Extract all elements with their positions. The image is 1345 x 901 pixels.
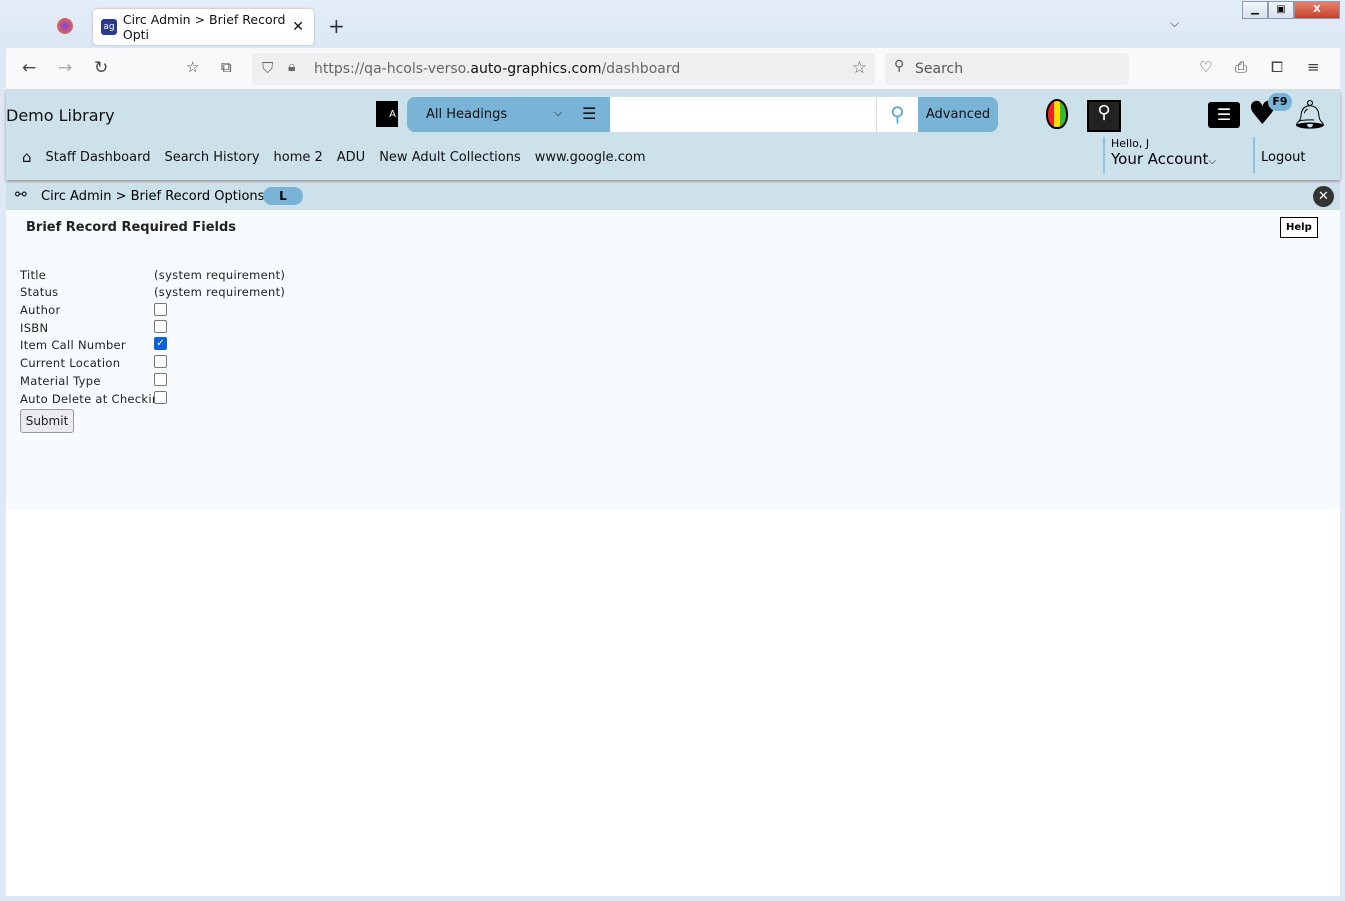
- site-favicon-icon: ag: [101, 19, 117, 35]
- bookmark-page-icon[interactable]: ☆: [186, 58, 199, 76]
- tab-list-chevron-icon[interactable]: ⌵: [1170, 16, 1179, 31]
- search-input[interactable]: [610, 97, 876, 132]
- isbn-checkbox[interactable]: [154, 320, 167, 333]
- library-name: Demo Library: [6, 106, 115, 125]
- auto-delete-checkbox[interactable]: [154, 391, 167, 404]
- star-icon[interactable]: ☆: [852, 58, 867, 78]
- account-label: Your Account: [1111, 150, 1209, 168]
- close-tab-icon[interactable]: ✕: [292, 19, 304, 35]
- back-icon[interactable]: ←: [22, 58, 36, 78]
- menu-icon[interactable]: ≡: [1307, 58, 1320, 76]
- restore-icon[interactable]: ▣: [1268, 1, 1294, 19]
- window-close-icon[interactable]: X: [1294, 1, 1340, 19]
- favorites-badge: F9: [1268, 93, 1292, 111]
- breadcrumb-pill[interactable]: L: [263, 187, 303, 205]
- breadcrumb: ⚯ Circ Admin > Brief Record Options L ✕: [6, 184, 1340, 210]
- browser-tab-bar: ag Circ Admin > Brief Record Opti ✕ + ⌵ ▁ ▣…: [0, 0, 1345, 48]
- language-icon[interactable]: A: [376, 101, 398, 127]
- form-title: Brief Record Required Fields: [26, 220, 237, 235]
- account-menu[interactable]: Hello, J Your Account⌵: [1103, 137, 1216, 173]
- field-label-author: Author: [20, 303, 61, 317]
- field-label-isbn: ISBN: [20, 321, 49, 335]
- search-icon: ⚲: [894, 58, 905, 74]
- browser-search[interactable]: ⚲ Search: [885, 53, 1129, 85]
- field-label-current-location: Current Location: [20, 356, 121, 370]
- help-button[interactable]: Help: [1280, 217, 1318, 238]
- main-menu: ⌂ Staff Dashboard Search History home 2 …: [22, 148, 646, 166]
- close-panel-icon[interactable]: ✕: [1313, 186, 1334, 207]
- menu-adu[interactable]: ADU: [337, 150, 365, 166]
- page-body: [6, 510, 1340, 896]
- field-label-material-type: Material Type: [20, 374, 101, 388]
- field-value-title: (system requirement): [154, 268, 286, 282]
- field-value-status: (system requirement): [154, 285, 286, 299]
- browser-tab[interactable]: ag Circ Admin > Brief Record Opti ✕: [93, 9, 314, 45]
- menu-staff-dashboard[interactable]: Staff Dashboard: [46, 150, 151, 166]
- extensions-icon[interactable]: ⧠: [1271, 58, 1283, 76]
- menu-search-history[interactable]: Search History: [164, 150, 259, 166]
- submit-button[interactable]: Submit: [20, 409, 74, 433]
- logout-link[interactable]: Logout: [1253, 137, 1306, 173]
- app-header: Demo Library A All Headings ⌵ ☰ ⚲ Advanced…: [6, 90, 1340, 180]
- chevron-down-icon: ⌵: [1208, 156, 1216, 167]
- content-panel: Brief Record Required Fields Help Title …: [6, 210, 1340, 510]
- menu-google[interactable]: www.google.com: [535, 150, 646, 166]
- field-label-item-call-number: Item Call Number: [20, 338, 126, 352]
- menu-home-2[interactable]: home 2: [274, 150, 323, 166]
- material-type-checkbox[interactable]: [154, 373, 167, 386]
- field-label-title: Title: [20, 268, 47, 282]
- reload-icon[interactable]: ↻: [94, 58, 108, 78]
- field-label-auto-delete: Auto Delete at Checkin: [20, 392, 160, 406]
- greeting: Hello, J: [1111, 137, 1150, 150]
- advanced-search-button[interactable]: Advanced: [918, 97, 998, 132]
- url-prefix: https://qa-hcols-verso.: [314, 61, 471, 77]
- hot-air-balloon-icon[interactable]: [1046, 99, 1068, 129]
- chevron-down-icon: ⌵: [554, 106, 563, 119]
- lock-icon[interactable]: 🔒︎: [288, 59, 295, 75]
- browser-nav-bar: ← → ↻ ☆ ⧉ ⛉ 🔒︎ https://qa-hcols-verso.au…: [6, 48, 1340, 90]
- share-icon[interactable]: ⧉: [221, 58, 232, 76]
- database-icon[interactable]: ☰: [582, 104, 596, 123]
- list-icon[interactable]: ☰: [1208, 102, 1240, 128]
- breadcrumb-text[interactable]: Circ Admin > Brief Record Options: [41, 189, 264, 204]
- pocket-icon[interactable]: ♡: [1199, 58, 1212, 76]
- tab-title: Circ Admin > Brief Record Opti: [122, 12, 286, 42]
- search-button[interactable]: ⚲: [876, 97, 918, 132]
- home-icon[interactable]: ⌂: [22, 148, 32, 166]
- author-checkbox[interactable]: [154, 303, 167, 316]
- catalog-search-icon[interactable]: ⚲: [1087, 100, 1121, 132]
- current-location-checkbox[interactable]: [154, 355, 167, 368]
- search-type-select[interactable]: All Headings ⌵ ☰: [407, 97, 611, 132]
- new-tab-icon[interactable]: +: [328, 14, 345, 38]
- url-domain: auto-graphics.com: [470, 61, 602, 77]
- url-bar[interactable]: ⛉ 🔒︎ https://qa-hcols-verso.auto-graphic…: [252, 53, 875, 85]
- minimize-icon[interactable]: ▁: [1242, 1, 1268, 19]
- forward-icon[interactable]: →: [58, 58, 72, 78]
- item-call-number-checkbox[interactable]: ✓: [154, 337, 167, 350]
- field-label-status: Status: [20, 285, 59, 299]
- bell-icon[interactable]: 🔔︎: [1292, 98, 1328, 131]
- shield-icon[interactable]: ⛉: [262, 59, 273, 77]
- search-placeholder: Search: [915, 61, 964, 77]
- firefox-icon: [57, 18, 73, 34]
- window-controls: ▁ ▣ X: [1242, 1, 1340, 19]
- print-icon[interactable]: ⎙: [1235, 58, 1247, 76]
- link-icon: ⚯: [15, 187, 27, 203]
- menu-new-adult-collections[interactable]: New Adult Collections: [379, 150, 521, 166]
- search-type-value: All Headings: [426, 107, 508, 122]
- url-path: /dashboard: [601, 61, 681, 77]
